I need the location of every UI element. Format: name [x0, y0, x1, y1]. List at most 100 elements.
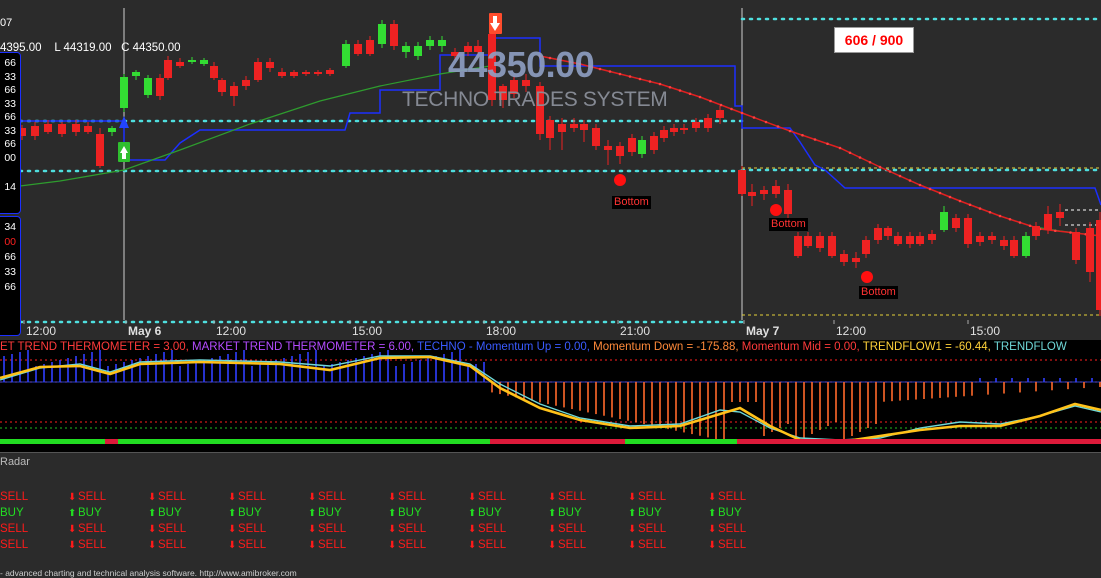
radar-signal-text: SELL [158, 539, 187, 551]
moving-average-red-dot [678, 89, 682, 92]
candle-body [84, 126, 92, 132]
radar-signal-text: BUY [398, 507, 422, 519]
candle-body [988, 236, 996, 240]
radar-signal-text: SELL [718, 523, 747, 535]
bottom-label: Bottom [769, 218, 808, 231]
radar-signal: ⬇SELL [468, 521, 548, 537]
moving-average-red-dot [598, 67, 602, 71]
candle-body [692, 122, 700, 128]
thermometer-strip [490, 439, 625, 444]
radar-signal-text: SELL [238, 523, 267, 535]
moving-average-red-dot [764, 120, 768, 124]
radar-signal-text: SELL [0, 539, 29, 551]
radar-signal: ⬆BUY [148, 505, 228, 521]
sidebar-levels-box: 66 33 66 33 66 33 66 00 14 [0, 52, 21, 214]
moving-average-red-dot [698, 95, 702, 99]
candle-body [874, 228, 882, 240]
moving-average-red-dot [668, 85, 672, 89]
moving-average-red-dot [628, 75, 632, 78]
radar-signal-text: SELL [238, 539, 267, 551]
indicator-title: ET TREND THERMOMETER = 3.00, MARKET TREN… [0, 340, 1067, 354]
candle-body [638, 140, 646, 154]
arrow-down-icon: ⬇ [308, 540, 317, 551]
arrow-up-icon: ⬆ [708, 508, 717, 519]
moving-average-red-dot [813, 138, 817, 141]
moving-average-red-dot [1018, 221, 1022, 224]
radar-signal-text: BUY [158, 507, 182, 519]
candle-body [230, 86, 238, 96]
candle-body [906, 236, 914, 244]
candle-body [928, 234, 936, 240]
candle-body [604, 146, 612, 150]
radar-signal: ⬆BUY [68, 505, 148, 521]
candle-body [592, 128, 600, 146]
candle-body [1022, 236, 1030, 256]
arrow-up-icon: ⬆ [468, 508, 477, 519]
arrow-down-icon: ⬇ [708, 540, 717, 551]
radar-signal: ⬆BUY [548, 505, 628, 521]
candle-body [794, 236, 802, 256]
arrow-down-icon: ⬇ [628, 540, 637, 551]
moving-average-red-dot [978, 207, 982, 210]
radar-signal-text: BUY [478, 507, 502, 519]
candle-body [1032, 226, 1040, 236]
moving-average-red-dot [998, 214, 1002, 218]
radar-signal-text: SELL [478, 539, 507, 551]
x-axis-label: 12:00 [216, 324, 247, 338]
arrow-down-icon: ⬇ [708, 492, 717, 503]
radar-signal: ⬆BUY [308, 505, 388, 521]
radar-signal-text: SELL [158, 523, 187, 535]
candle-body [964, 218, 972, 244]
radar-column: ⬇SELL⬆BUY⬇SELL⬇SELL [308, 489, 388, 553]
candle-body [840, 254, 848, 262]
indicator-title-part: ET TREND THERMOMETER = 3.00, [0, 341, 193, 353]
sidebar-level-value: 00 [4, 236, 16, 248]
candle-body [748, 192, 756, 196]
moving-average-red-dot [776, 125, 780, 128]
candle-body [852, 258, 860, 262]
radar-panel[interactable]: Radar ⬇SELL⬆BUY⬇SELL⬇SELL⬇SELL⬆BUY⬇SELL⬇… [0, 452, 1101, 578]
candle-body [354, 44, 362, 54]
arrow-down-icon: ⬇ [388, 540, 397, 551]
ohlc-low: L 44319.00 [54, 42, 112, 54]
moving-average-red-dot [638, 77, 642, 81]
radar-signal: ⬇SELL [628, 521, 708, 537]
candle-body [570, 124, 578, 128]
footer-note: - advanced charting and technical analys… [0, 568, 297, 578]
sidebar-level-value: 66 [4, 251, 16, 263]
candle-body [302, 72, 310, 74]
moving-average-red-dot [801, 133, 804, 137]
candle-body [650, 136, 658, 150]
moving-average-red-dot [1008, 217, 1012, 221]
moving-average-red-dot [848, 151, 852, 155]
sidebar-level-value: 66 [4, 111, 16, 123]
bottom-marker-dot [861, 271, 873, 283]
radar-signal: ⬇SELL [548, 521, 628, 537]
moving-average-red-dot [1069, 231, 1072, 234]
arrow-up-icon: ⬆ [548, 508, 557, 519]
radar-signal-text: BUY [78, 507, 102, 519]
radar-signal: ⬇SELL [308, 489, 388, 505]
big-price-watermark: 44350.00 [448, 44, 595, 85]
candle-body [144, 78, 152, 95]
candle-body [200, 60, 208, 64]
radar-signal: ⬇SELL [68, 489, 148, 505]
radar-signal: ⬇SELL [148, 489, 228, 505]
radar-signal-text: SELL [398, 523, 427, 535]
indicator-title-part: MARKET TREND THERMOMETER = 6.00, [192, 341, 418, 353]
indicator-title-part: TECHNO - Momentum Up = 0.00, [417, 341, 594, 353]
arrow-up-icon: ⬆ [148, 508, 157, 519]
candle-body [390, 24, 398, 46]
radar-signal-text: SELL [78, 539, 107, 551]
candle-body [916, 236, 924, 244]
thermometer-strip [738, 439, 1101, 444]
radar-signal: ⬇SELL [388, 521, 468, 537]
radar-signal: ⬇SELL [0, 537, 70, 553]
candle-body [342, 44, 350, 66]
radar-signal: ⬇SELL [68, 521, 148, 537]
indicator-panel[interactable]: ET TREND THERMOMETER = 3.00, MARKET TREN… [0, 340, 1101, 452]
candle-body [188, 60, 196, 62]
sidebar-level-value: 33 [4, 97, 16, 110]
radar-signal-text: SELL [318, 491, 347, 503]
arrow-up-icon: ⬆ [628, 508, 637, 519]
